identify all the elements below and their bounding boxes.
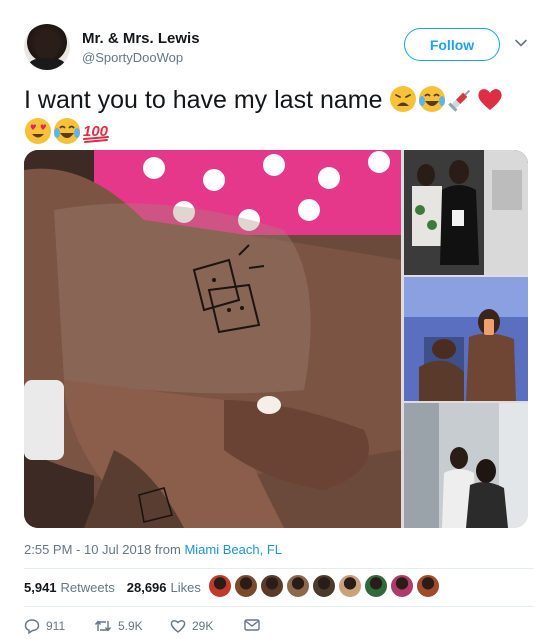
tears-of-joy-emoji-icon	[418, 85, 446, 113]
likes-count: 28,696	[126, 580, 167, 595]
user-handle[interactable]: @SportyDooWop	[82, 50, 183, 65]
liker-avatar[interactable]	[312, 574, 336, 598]
mirror-selfie-photo-3[interactable]	[404, 403, 528, 528]
reply-icon	[24, 619, 40, 634]
liker-avatar[interactable]	[416, 574, 440, 598]
mirror-selfie-photo-2[interactable]	[404, 277, 528, 401]
retweets-label: Retweets	[60, 580, 115, 595]
liker-avatar[interactable]	[208, 574, 232, 598]
reply-count: 911	[46, 619, 66, 633]
tweet-timestamp[interactable]: 2:55 PM - 10 Jul 2018	[24, 542, 151, 557]
liker-avatar[interactable]	[234, 574, 258, 598]
syringe-emoji-icon	[447, 85, 475, 113]
weary-face-emoji-icon	[389, 85, 417, 113]
direct-message-button[interactable]	[244, 618, 266, 632]
retweets-count: 5,941	[24, 580, 57, 595]
retweet-count: 5.9K	[118, 619, 143, 633]
retweet-button[interactable]: 5.9K	[94, 618, 143, 634]
tattoo-photo[interactable]	[24, 150, 401, 528]
hundred-points-emoji-icon: 100	[82, 117, 110, 145]
chevron-down-icon[interactable]	[514, 36, 528, 50]
tweet-text-body: I want you to have my last name	[24, 86, 383, 114]
liker-avatar[interactable]	[260, 574, 284, 598]
tweet-actions: 911 5.9K 29K	[24, 618, 354, 638]
liker-avatar[interactable]	[338, 574, 362, 598]
retweets-stat[interactable]: 5,941 Retweets	[24, 580, 115, 595]
liker-avatar[interactable]	[364, 574, 388, 598]
like-button[interactable]: 29K	[170, 618, 213, 634]
liker-avatar[interactable]	[390, 574, 414, 598]
tweet-text: I want you to have my last name 100	[24, 84, 534, 148]
likes-stat[interactable]: 28,696 Likes	[127, 580, 201, 595]
tweet-location[interactable]: Miami Beach, FL	[184, 542, 282, 557]
display-name[interactable]: Mr. & Mrs. Lewis	[82, 30, 200, 47]
mirror-selfie-photo-1[interactable]	[404, 150, 528, 275]
avatar-shirt	[28, 58, 66, 70]
tweet-header: Mr. & Mrs. Lewis @SportyDooWop Follow	[24, 24, 534, 72]
retweet-icon	[94, 620, 112, 632]
heart-icon	[170, 620, 186, 633]
tweet-meta: 2:55 PM - 10 Jul 2018 from Miami Beach, …	[24, 542, 282, 557]
envelope-icon	[244, 619, 260, 631]
tweet-media-grid	[24, 150, 528, 528]
divider	[24, 568, 534, 569]
engagement-stats: 5,941 Retweets 28,696 Likes	[24, 580, 213, 595]
likes-label: Likes	[170, 580, 201, 595]
divider	[24, 606, 534, 607]
heart-eyes-emoji-icon	[24, 117, 52, 145]
tears-of-joy-emoji-icon	[53, 117, 81, 145]
avatar-face	[35, 30, 59, 60]
like-count: 29K	[192, 619, 214, 633]
avatar[interactable]	[24, 24, 70, 70]
follow-button[interactable]: Follow	[404, 28, 500, 61]
liker-avatars	[208, 574, 442, 600]
from-label: from	[154, 542, 181, 557]
red-heart-emoji-icon	[476, 85, 504, 113]
reply-button[interactable]: 911	[24, 618, 65, 634]
liker-avatar[interactable]	[286, 574, 310, 598]
